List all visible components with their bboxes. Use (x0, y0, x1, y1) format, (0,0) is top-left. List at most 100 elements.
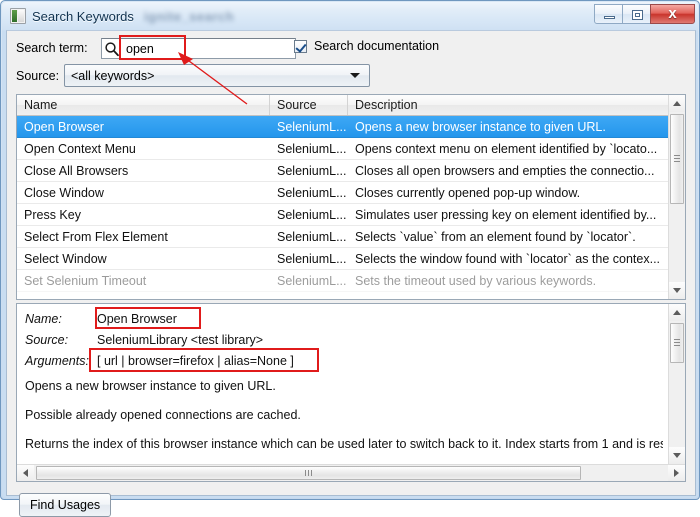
meta-value-name: Open Browser (97, 311, 177, 326)
maximize-button[interactable] (622, 4, 651, 24)
cell-description: Sets the timeout used by various keyword… (355, 273, 597, 288)
triangle-right-icon (674, 469, 679, 477)
doc-paragraph: Opens a new browser instance to given UR… (25, 379, 276, 393)
meta-row-arguments: Arguments: [ url | browser=firefox | ali… (17, 348, 685, 372)
find-usages-button[interactable]: Find Usages (19, 493, 112, 517)
triangle-up-icon (673, 101, 681, 106)
meta-value-source: SeleniumLibrary <test library> (97, 332, 264, 347)
source-dropdown-value: <all keywords> (71, 68, 155, 83)
source-label: Source: (16, 69, 60, 83)
search-documentation-label: Search documentation (314, 39, 440, 53)
cell-name: Set Selenium Timeout (24, 273, 147, 288)
search-term-label: Search term: (16, 41, 88, 55)
cell-source: SeleniumL... (277, 163, 347, 178)
meta-row-name: Name: Open Browser (17, 307, 685, 329)
window-title: Search Keywords (32, 8, 134, 24)
table-row[interactable]: Select Window SeleniumL... Selects the w… (17, 248, 685, 270)
chevron-down-icon (350, 73, 360, 78)
cell-name: Close All Browsers (24, 163, 129, 178)
cell-description: Opens context menu on element identified… (355, 141, 658, 156)
cell-name: Open Browser (24, 119, 104, 134)
scroll-up-button[interactable] (669, 95, 685, 112)
search-input-box[interactable] (101, 38, 296, 59)
cell-source: SeleniumL... (277, 141, 347, 156)
table-row[interactable]: Close Window SeleniumL... Closes current… (17, 182, 685, 204)
window-title-blurred-text: ignite_search (143, 8, 235, 24)
details-scroll-left-button[interactable] (17, 465, 34, 481)
details-horizontal-scrollbar[interactable] (17, 464, 685, 481)
column-header-description[interactable]: Description (348, 95, 685, 115)
cell-description: Selects the window found with `locator` … (355, 251, 661, 266)
search-icon (104, 40, 120, 58)
cell-description: Opens a new browser instance to given UR… (355, 119, 606, 134)
search-term-row: Search term: Search documentation (16, 35, 686, 61)
meta-value-arguments: [ url | browser=firefox | alias=None ] (97, 353, 294, 368)
table-vertical-scrollbar[interactable] (668, 95, 685, 299)
table-row[interactable]: Press Key SeleniumL... Simulates user pr… (17, 204, 685, 226)
details-hscrollbar-thumb[interactable] (36, 466, 581, 480)
details-scroll-up-button[interactable] (669, 304, 685, 321)
table-row[interactable]: Set Selenium Timeout SeleniumL... Sets t… (17, 270, 685, 292)
meta-label-arguments: Arguments: (25, 353, 89, 368)
table-row[interactable]: Close All Browsers SeleniumL... Closes a… (17, 160, 685, 182)
details-scrollbar-thumb[interactable] (670, 323, 684, 363)
search-input[interactable] (126, 41, 276, 56)
library-icon (10, 8, 26, 24)
table-body: Open Browser SeleniumL... Opens a new br… (17, 116, 685, 299)
cell-source: SeleniumL... (277, 273, 347, 288)
meta-label-source: Source: (25, 332, 69, 347)
scroll-down-button[interactable] (669, 282, 685, 299)
client-area: Search term: Search documentation Source… (6, 30, 696, 517)
column-header-name[interactable]: Name (17, 95, 270, 115)
doc-paragraph: Possible already opened connections are … (25, 408, 301, 422)
keyword-meta: Name: Open Browser Source: SeleniumLibra… (17, 307, 685, 372)
scrollbar-grip (674, 155, 680, 163)
keywords-table: Name Source Description Open Browser Sel… (16, 94, 686, 300)
cell-source: SeleniumL... (277, 207, 347, 222)
details-scroll-down-button[interactable] (669, 447, 685, 464)
table-row[interactable]: Open Context Menu SeleniumL... Opens con… (17, 138, 685, 160)
details-scroll-right-button[interactable] (668, 465, 685, 481)
cell-source: SeleniumL... (277, 251, 347, 266)
cell-name: Open Context Menu (24, 141, 136, 156)
keyword-documentation: Opens a new browser instance to given UR… (25, 379, 663, 473)
cell-description: Closes currently opened pop-up window. (355, 185, 581, 200)
cell-name: Select Window (24, 251, 107, 266)
source-dropdown[interactable]: <all keywords> (64, 64, 370, 87)
cell-name: Press Key (24, 207, 81, 222)
triangle-down-icon (673, 453, 681, 458)
scrollbar-grip (674, 339, 680, 347)
table-row[interactable]: Open Browser SeleniumL... Opens a new br… (17, 116, 685, 138)
window-controls: x (594, 4, 695, 24)
meta-row-source: Source: SeleniumLibrary <test library> (17, 329, 685, 350)
table-row[interactable]: Select From Flex Element SeleniumL... Se… (17, 226, 685, 248)
cell-source: SeleniumL... (277, 185, 347, 200)
cell-source: SeleniumL... (277, 119, 347, 134)
close-button[interactable]: x (650, 4, 695, 24)
cell-name: Close Window (24, 185, 104, 200)
cell-name: Select From Flex Element (24, 229, 168, 244)
details-vertical-scrollbar[interactable] (668, 304, 685, 464)
source-row: Source: <all keywords> (16, 64, 686, 90)
table-header-row: Name Source Description (17, 95, 685, 116)
minimize-button[interactable] (594, 4, 623, 24)
search-keywords-window: Search Keywords ignite_search x Search t… (0, 0, 700, 517)
maximize-icon (632, 10, 643, 20)
meta-label-name: Name: (25, 311, 62, 326)
column-header-source[interactable]: Source (270, 95, 348, 115)
triangle-up-icon (673, 310, 681, 315)
cell-description: Closes all open browsers and empties the… (355, 163, 655, 178)
keyword-details-panel: Name: Open Browser Source: SeleniumLibra… (16, 303, 686, 482)
minimize-icon (604, 16, 615, 19)
search-documentation-checkbox-wrap[interactable]: Search documentation (294, 39, 439, 53)
table-scrollbar-thumb[interactable] (670, 114, 684, 204)
close-icon: x (668, 4, 677, 22)
triangle-left-icon (23, 469, 28, 477)
cell-description: Selects `value` from an element found by… (355, 229, 636, 244)
scrollbar-grip (304, 470, 313, 476)
search-documentation-checkbox[interactable] (294, 39, 307, 53)
triangle-down-icon (673, 288, 681, 293)
doc-paragraph: Returns the index of this browser instan… (25, 437, 663, 451)
cell-description: Simulates user pressing key on element i… (355, 207, 657, 222)
cell-source: SeleniumL... (277, 229, 347, 244)
